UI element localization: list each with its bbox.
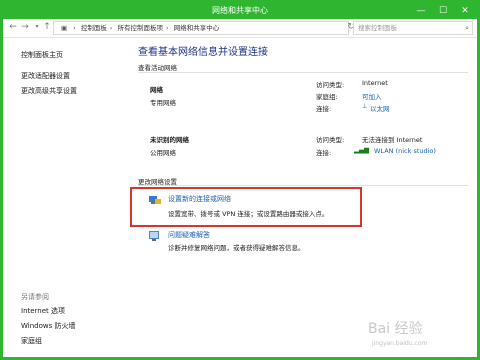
- troubleshoot-desc: 诊断并修复网络问题，或者获得疑难解答信息。: [168, 244, 305, 252]
- page-title: 查看基本网络信息并设置连接: [138, 47, 268, 58]
- forward-arrow-icon[interactable]: →: [19, 21, 31, 33]
- homegroup-join-link[interactable]: 可加入: [362, 91, 382, 101]
- chevron-right-icon: ›: [73, 24, 76, 32]
- chevron-right-icon: ›: [109, 24, 113, 32]
- back-arrow-icon[interactable]: ←: [7, 21, 19, 33]
- access-type-label: 访问类型:: [316, 81, 345, 89]
- title-bar: 网络和共享中心 — ☐ ✕: [3, 3, 477, 19]
- divider: [138, 72, 468, 73]
- homegroup-label: 家庭组:: [316, 93, 338, 101]
- search-placeholder: 搜索控制面板: [358, 24, 397, 32]
- watermark: Bai 经验: [368, 321, 423, 337]
- highlight-box: [130, 187, 362, 227]
- troubleshoot-icon: [149, 231, 159, 241]
- wlan-link[interactable]: WLAN (nick studio): [374, 147, 436, 155]
- network-type: 专用网络: [150, 99, 176, 107]
- up-arrow-icon[interactable]: ↑: [41, 21, 53, 33]
- ethernet-icon: ⊥: [362, 102, 368, 110]
- wifi-signal-icon: ▂▄▆: [354, 146, 369, 154]
- access-type-value: Internet: [362, 79, 388, 87]
- ethernet-link[interactable]: 以太网: [370, 103, 390, 113]
- window-title: 网络和共享中心: [212, 6, 268, 15]
- sidebar-item-advanced-sharing[interactable]: 更改高级共享设置: [21, 86, 77, 96]
- connection-label: 连接:: [316, 105, 332, 113]
- active-networks-title: 查看活动网络: [138, 64, 177, 72]
- sidebar-item-adapter[interactable]: 更改适配器设置: [21, 71, 70, 81]
- network-name: 未识别的网络: [150, 136, 189, 144]
- troubleshoot-link[interactable]: 问题疑难解答: [168, 230, 210, 240]
- minimize-button[interactable]: —: [411, 4, 431, 18]
- control-panel-icon: ▣: [61, 24, 68, 32]
- close-button[interactable]: ✕: [455, 4, 475, 18]
- see-also-homegroup[interactable]: 家庭组: [21, 336, 42, 346]
- see-also-title: 另请参阅: [21, 293, 49, 301]
- address-bar: ← → ▾ ↑ ▣ › 控制面板 › 所有控制面板项 › 网络和共享中心 ↻ 搜索控制…: [3, 19, 477, 38]
- search-input[interactable]: 搜索控制面板 ⌕: [353, 21, 473, 35]
- chevron-right-icon: ›: [166, 24, 169, 32]
- breadcrumb-control-panel[interactable]: 控制面板: [81, 24, 107, 32]
- breadcrumb[interactable]: ▣ › 控制面板 › 所有控制面板项 › 网络和共享中心: [53, 21, 349, 35]
- watermark-url: jingyan.baidu.com: [372, 340, 428, 347]
- network-name: 网络: [150, 86, 163, 94]
- breadcrumb-network-center[interactable]: 网络和共享中心: [174, 24, 220, 32]
- breadcrumb-all-items[interactable]: 所有控制面板项: [118, 24, 164, 32]
- search-icon[interactable]: ⌕: [465, 22, 469, 34]
- maximize-button[interactable]: ☐: [433, 4, 453, 18]
- network-type: 公用网络: [150, 149, 176, 157]
- see-also-firewall[interactable]: Windows 防火墙: [21, 321, 75, 331]
- sidebar-item-home[interactable]: 控制面板主页: [21, 50, 63, 60]
- divider: [138, 185, 468, 186]
- connection-label: 连接:: [316, 149, 332, 157]
- see-also-internet-options[interactable]: Internet 选项: [21, 306, 65, 316]
- access-type-value: 无法连接到 Internet: [362, 136, 423, 144]
- access-type-label: 访问类型:: [316, 136, 345, 144]
- sidebar: 控制面板主页 更改适配器设置 更改高级共享设置 另请参阅 Internet 选项…: [3, 38, 115, 356]
